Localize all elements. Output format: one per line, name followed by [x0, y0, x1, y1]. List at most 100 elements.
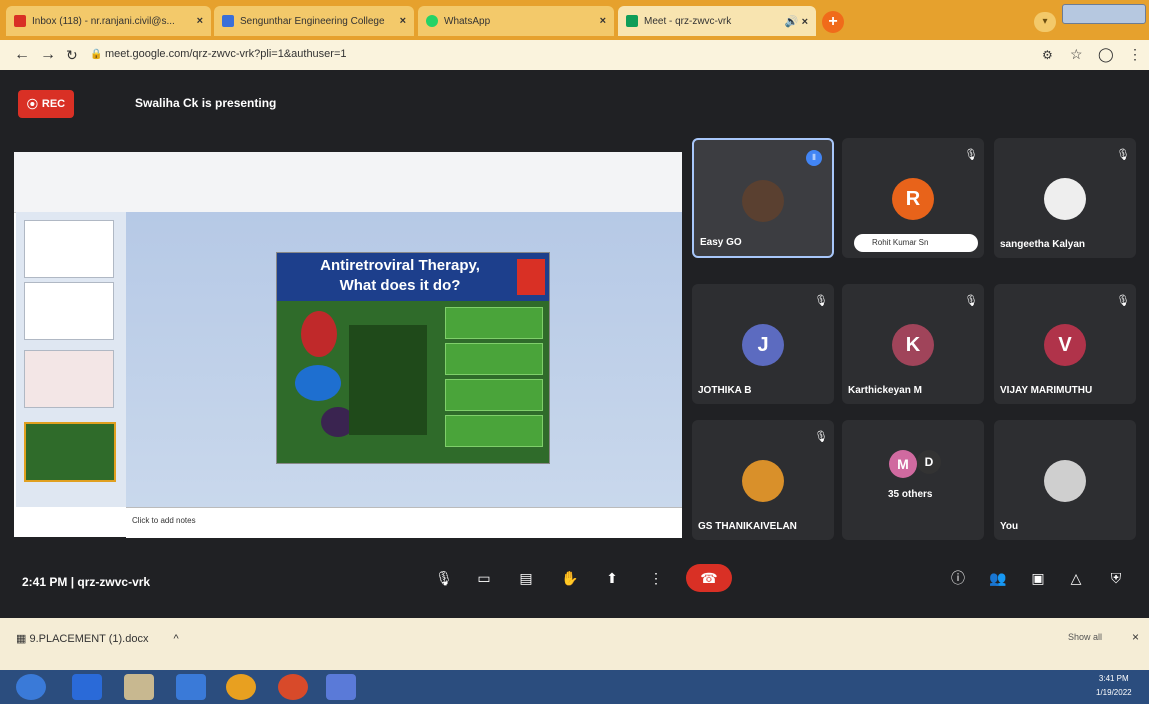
avatar: M [889, 450, 917, 478]
new-tab-button[interactable]: + [822, 11, 844, 33]
download-bar: ▦ 9.PLACEMENT (1).docx ^ Show all × [0, 618, 1149, 670]
participant-name: VIJAY MARIMUTHU [1000, 385, 1093, 396]
presenting-label: Swaliha Ck is presenting [135, 96, 277, 110]
close-icon[interactable]: × [594, 15, 606, 27]
tab-college[interactable]: Sengunthar Engineering College × [214, 6, 414, 36]
participant-name: Easy GO [700, 237, 742, 248]
chat-icon[interactable]: ▣ [1026, 566, 1050, 590]
participant-name: JOTHIKA B [698, 385, 752, 396]
avatar: K [892, 324, 934, 366]
close-icon[interactable]: × [1132, 630, 1139, 644]
participant-tile[interactable]: K 🎙 Karthickeyan M [842, 284, 984, 404]
address-bar: ← → ↻ 🔒 meet.google.com/qrz-zwvc-vrk?pli… [0, 40, 1149, 70]
mic-icon[interactable]: 🎙 [432, 566, 456, 590]
show-all-link[interactable]: Show all [1068, 632, 1102, 642]
slide-title-line1: Antiretroviral Therapy, [320, 257, 480, 274]
download-file-name: 9.PLACEMENT (1).docx [29, 633, 149, 645]
extension-icon[interactable]: ⚙ [1042, 48, 1053, 62]
chrome-icon[interactable] [226, 674, 256, 700]
slide-body [277, 301, 549, 463]
menu-icon[interactable]: ⋮ [1128, 46, 1142, 63]
ie-icon[interactable] [72, 674, 102, 700]
rec-label: REC [41, 98, 66, 110]
chevron-up-icon[interactable]: ^ [174, 633, 179, 645]
recording-badge: ⦿ REC [18, 90, 74, 118]
star-icon[interactable]: ☆ [1070, 46, 1083, 63]
camera-icon[interactable]: ▭ [472, 566, 496, 590]
tab-whatsapp[interactable]: WhatsApp × [418, 6, 614, 36]
ppt-ribbon [14, 152, 682, 213]
participant-tile[interactable]: ⦀ Easy GO [692, 138, 834, 258]
activities-icon[interactable]: △ [1064, 566, 1088, 590]
tab-meet[interactable]: Meet - qrz-zwvc-vrk 🔊 × [618, 6, 816, 36]
reload-icon[interactable]: ↻ [66, 47, 78, 64]
explorer-icon[interactable] [124, 674, 154, 700]
notes-placeholder: Click to add notes [132, 516, 196, 525]
raise-hand-icon[interactable]: ✋ [558, 566, 582, 590]
back-icon[interactable]: ← [14, 46, 30, 64]
others-tile[interactable]: M D 35 others [842, 420, 984, 540]
slide-canvas: Antiretroviral Therapy, What does it do? [126, 212, 682, 507]
participant-tile[interactable]: J 🎙 JOTHIKA B [692, 284, 834, 404]
meeting-code: qrz-zwvc-vrk [77, 575, 151, 589]
slide-thumbnail [24, 282, 114, 340]
captions-icon[interactable]: ▤ [514, 566, 538, 590]
participant-tile[interactable]: 🎙 GS THANIKAIVELAN [692, 420, 834, 540]
participant-tile[interactable]: V 🎙 VIJAY MARIMUTHU [994, 284, 1136, 404]
close-icon[interactable]: × [191, 15, 203, 27]
participant-name: Karthickeyan M [848, 385, 922, 396]
mic-off-icon: 🎙 [814, 295, 828, 307]
participant-name: sangeetha Kalyan [1000, 239, 1086, 250]
meeting-time-value: 2:41 PM [22, 575, 68, 589]
media-player-icon[interactable] [176, 674, 206, 700]
slide: Antiretroviral Therapy, What does it do? [276, 252, 550, 464]
url-field[interactable]: meet.google.com/qrz-zwvc-vrk?pli=1&authu… [105, 48, 347, 60]
phone-icon: ☎ [700, 570, 718, 586]
mic-off-icon: 🎙 [814, 431, 828, 443]
people-icon[interactable]: 👥 [986, 566, 1010, 590]
avatar [742, 460, 784, 502]
avatar: J [742, 324, 784, 366]
slide-thumbnail [24, 422, 116, 482]
tab-label: WhatsApp [444, 15, 491, 27]
download-item[interactable]: ▦ 9.PLACEMENT (1).docx ^ [16, 632, 179, 645]
app-icon[interactable] [326, 674, 356, 700]
slide-row [445, 307, 543, 339]
hang-up-button[interactable]: ☎ [686, 564, 732, 592]
participant-tile[interactable]: 🎙 sangeetha Kalyan [994, 138, 1136, 258]
profile-icon[interactable]: ◯ [1098, 46, 1114, 63]
slide-thumbnails [16, 212, 126, 507]
participant-name: You [1000, 521, 1019, 532]
close-icon[interactable]: × [394, 15, 406, 27]
slide-text-block [349, 325, 427, 435]
start-icon[interactable] [16, 674, 46, 700]
tab-label: Sengunthar Engineering College [240, 15, 385, 27]
gmail-icon [14, 15, 26, 27]
slide-row [445, 343, 543, 375]
forward-icon[interactable]: → [40, 46, 56, 64]
system-clock[interactable]: 3:41 PM 1/19/2022 [1096, 672, 1132, 700]
mic-off-icon: 🎙 [964, 149, 978, 161]
pill-red [301, 311, 337, 357]
slide-row [445, 415, 543, 447]
more-options-icon[interactable]: ⋮ [644, 566, 668, 590]
window-controls[interactable] [1062, 4, 1146, 24]
host-controls-icon[interactable]: ⛨ [1104, 566, 1128, 590]
close-icon[interactable]: 🔊 × [779, 15, 808, 28]
record-icon: ⦿ [26, 99, 38, 111]
chrome-icon[interactable] [278, 674, 308, 700]
info-icon[interactable]: ⓘ [946, 566, 970, 590]
mic-off-icon: 🎙 [1116, 295, 1130, 307]
self-tile[interactable]: You [994, 420, 1136, 540]
avatar [1044, 178, 1086, 220]
lock-icon: 🔒 [90, 49, 103, 60]
pill-blue [295, 365, 341, 401]
meet-area: ⦿ REC Swaliha Ck is presenting Antiretro… [0, 70, 1149, 618]
chevron-down-icon[interactable]: ▾ [1034, 12, 1056, 32]
participant-tile[interactable]: R 🎙 Rohit Kumar Sn [842, 138, 984, 258]
participant-name: 35 others [888, 489, 933, 500]
mic-off-icon: 🎙 [964, 295, 978, 307]
tab-label: Inbox (118) - nr.ranjani.civil@s... [32, 15, 175, 27]
present-icon[interactable]: ⬆ [600, 566, 624, 590]
tab-gmail[interactable]: Inbox (118) - nr.ranjani.civil@s... × [6, 6, 211, 36]
